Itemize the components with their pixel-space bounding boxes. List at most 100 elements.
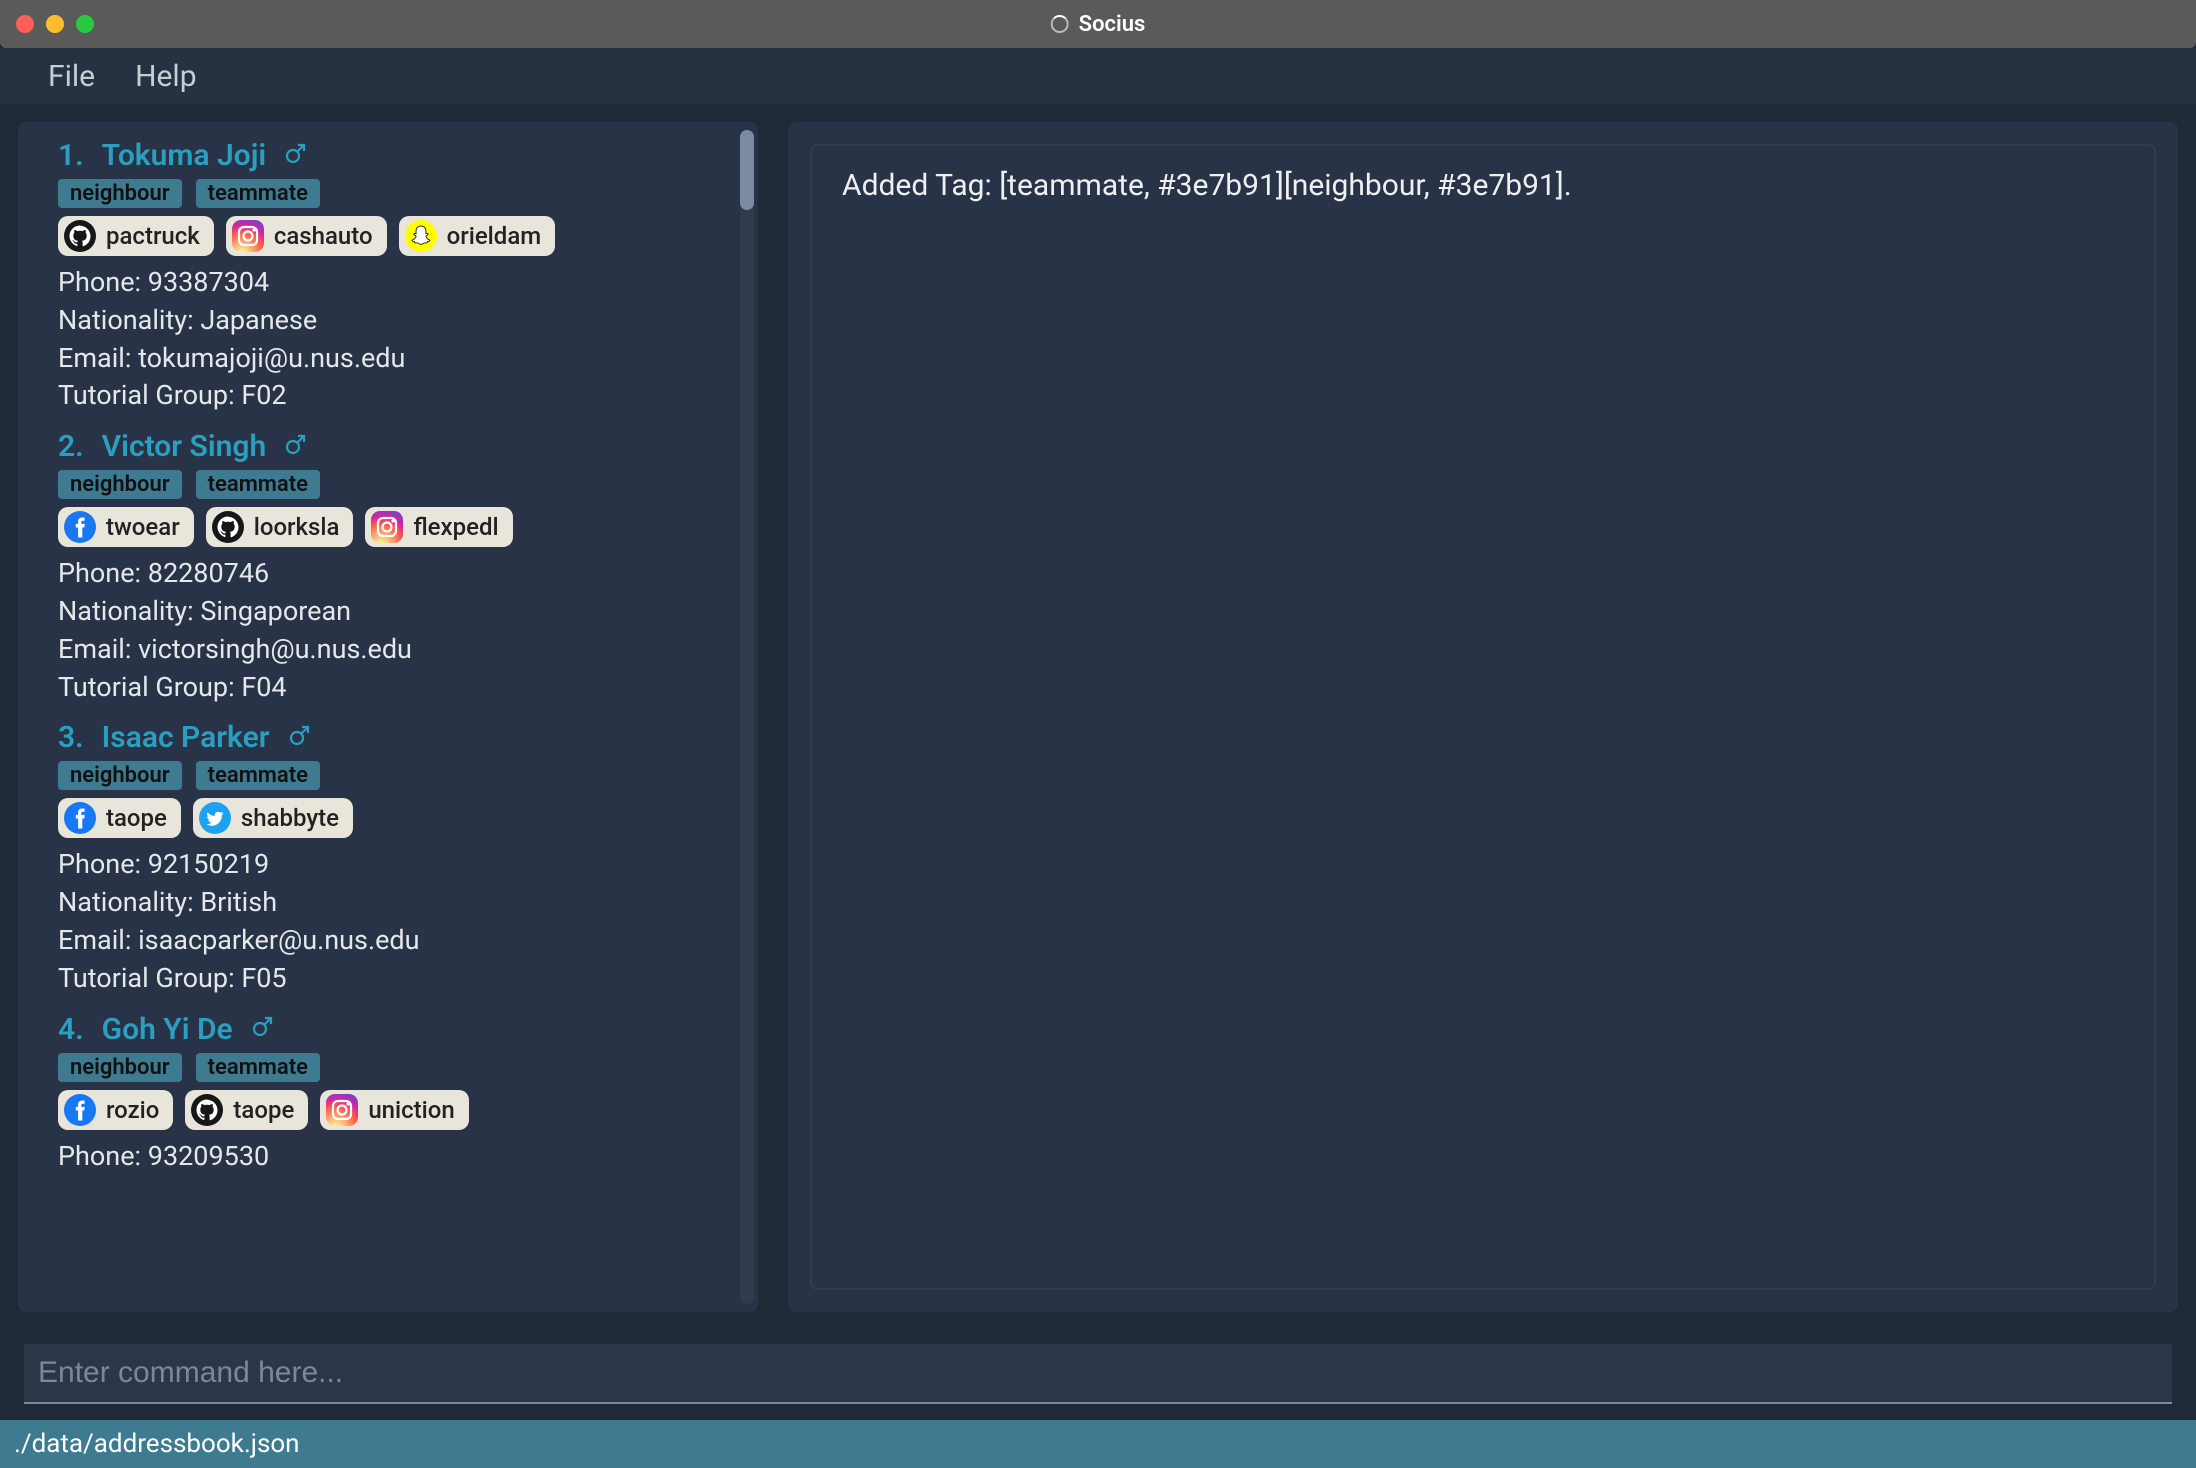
person-list[interactable]: 1. Tokuma Joji neighbour teammate pactruck ca… <box>18 134 750 1300</box>
male-gender-icon <box>251 1014 275 1044</box>
social-handle: uniction <box>368 1096 454 1124</box>
person-phone: Phone: 93387304 <box>58 264 726 302</box>
statusbar: ./data/addressbook.json <box>0 1420 2196 1468</box>
person-email: Email: victorsingh@u.nus.edu <box>58 631 726 669</box>
github-icon <box>64 220 96 252</box>
social-chip-github[interactable]: pactruck <box>58 216 214 256</box>
person-index: 4. <box>58 1012 84 1047</box>
main-area: 1. Tokuma Joji neighbour teammate pactruck ca… <box>0 104 2196 1330</box>
close-window-button[interactable] <box>16 15 34 33</box>
github-icon <box>191 1094 223 1126</box>
person-header: 1. Tokuma Joji <box>58 138 726 173</box>
scrollbar-thumb[interactable] <box>740 130 754 210</box>
menu-file[interactable]: File <box>48 59 95 94</box>
person-name: Tokuma Joji <box>102 138 267 173</box>
instagram-icon <box>232 220 264 252</box>
person-name: Victor Singh <box>102 429 267 464</box>
socials-row: pactruck cashauto orieldam <box>58 216 726 256</box>
social-chip-instagram[interactable]: cashauto <box>226 216 387 256</box>
result-pane: Added Tag: [teammate, #3e7b91][neighbour… <box>788 122 2178 1312</box>
maximize-window-button[interactable] <box>76 15 94 33</box>
social-chip-facebook[interactable]: taope <box>58 798 181 838</box>
male-gender-icon <box>284 141 308 171</box>
social-handle: orieldam <box>447 222 542 250</box>
person-email: Email: isaacparker@u.nus.edu <box>58 922 726 960</box>
social-chip-facebook[interactable]: twoear <box>58 507 194 547</box>
person-header: 3. Isaac Parker <box>58 720 726 755</box>
male-gender-icon <box>284 432 308 462</box>
facebook-icon <box>64 1094 96 1126</box>
person-phone: Phone: 82280746 <box>58 555 726 593</box>
tags-row: neighbour teammate <box>58 761 726 790</box>
tag-badge: teammate <box>196 761 320 790</box>
social-handle: rozio <box>106 1096 159 1124</box>
person-item[interactable]: 1. Tokuma Joji neighbourteammate pactruck ca… <box>58 138 726 415</box>
result-text: Added Tag: [teammate, #3e7b91][neighbour… <box>842 168 1572 203</box>
tag-badge: neighbour <box>58 1053 182 1082</box>
person-item[interactable]: 3. Isaac Parker neighbour teammate taope shab… <box>58 720 726 997</box>
window-title: Socius <box>1079 12 1146 37</box>
person-tutorial: Tutorial Group: F02 <box>58 377 726 415</box>
person-name: Goh Yi De <box>102 1012 233 1047</box>
social-handle: cashauto <box>274 222 373 250</box>
statusbar-path: ./data/addressbook.json <box>14 1429 300 1459</box>
socials-row: rozio taope uniction <box>58 1090 726 1130</box>
person-nationality: Nationality: British <box>58 884 726 922</box>
person-tutorial: Tutorial Group: F04 <box>58 669 726 707</box>
social-handle: pactruck <box>106 222 200 250</box>
twitter-icon <box>199 802 231 834</box>
facebook-icon <box>64 802 96 834</box>
person-list-pane: 1. Tokuma Joji neighbour teammate pactruck ca… <box>18 122 758 1312</box>
tag-badge: teammate <box>196 1053 320 1082</box>
social-handle: taope <box>106 804 167 832</box>
social-chip-twitter[interactable]: shabbyte <box>193 798 353 838</box>
tag-badge: neighbour <box>58 761 182 790</box>
social-handle: twoear <box>106 513 180 541</box>
command-input[interactable] <box>24 1344 2172 1404</box>
social-handle: flexpedl <box>413 513 498 541</box>
social-chip-github[interactable]: taope <box>185 1090 308 1130</box>
person-phone: Phone: 93209530 <box>58 1138 726 1176</box>
person-nationality: Nationality: Japanese <box>58 302 726 340</box>
male-gender-icon <box>288 723 312 753</box>
social-chip-github[interactable]: loorksla <box>206 507 354 547</box>
menu-help[interactable]: Help <box>135 59 196 94</box>
social-chip-facebook[interactable]: rozio <box>58 1090 173 1130</box>
person-phone: Phone: 92150219 <box>58 846 726 884</box>
person-index: 1. <box>58 138 84 173</box>
tag-badge: neighbour <box>58 470 182 499</box>
person-index: 3. <box>58 720 84 755</box>
socials-row: taope shabbyte <box>58 798 726 838</box>
tags-row: neighbourteammate <box>58 179 726 208</box>
person-item[interactable]: 2. Victor Singh neighbour teammate twoear loo… <box>58 429 726 706</box>
titlebar: Socius <box>0 0 2196 48</box>
tags-row: neighbour teammate <box>58 470 726 499</box>
social-handle: taope <box>233 1096 294 1124</box>
loading-spinner-icon <box>1051 15 1069 33</box>
result-inner: Added Tag: [teammate, #3e7b91][neighbour… <box>810 144 2156 1290</box>
person-header: 4. Goh Yi De <box>58 1012 726 1047</box>
facebook-icon <box>64 511 96 543</box>
github-icon <box>212 511 244 543</box>
person-item[interactable]: 4. Goh Yi De neighbour teammate rozio taope un… <box>58 1012 726 1176</box>
social-chip-instagram[interactable]: flexpedl <box>365 507 512 547</box>
person-name: Isaac Parker <box>102 720 270 755</box>
social-handle: shabbyte <box>241 804 339 832</box>
menubar: File Help <box>0 48 2196 104</box>
person-header: 2. Victor Singh <box>58 429 726 464</box>
minimize-window-button[interactable] <box>46 15 64 33</box>
tags-row: neighbour teammate <box>58 1053 726 1082</box>
scrollbar-track <box>740 130 754 1304</box>
snapchat-icon <box>405 220 437 252</box>
person-tutorial: Tutorial Group: F05 <box>58 960 726 998</box>
person-nationality: Nationality: Singaporean <box>58 593 726 631</box>
window-title-container: Socius <box>1051 12 1146 37</box>
social-chip-snapchat[interactable]: orieldam <box>399 216 556 256</box>
social-chip-instagram[interactable]: uniction <box>320 1090 468 1130</box>
tag-badge: teammate <box>196 179 320 208</box>
person-index: 2. <box>58 429 84 464</box>
socials-row: twoear loorksla flexpedl <box>58 507 726 547</box>
tag-badge: teammate <box>196 470 320 499</box>
instagram-icon <box>326 1094 358 1126</box>
command-area <box>0 1330 2196 1420</box>
